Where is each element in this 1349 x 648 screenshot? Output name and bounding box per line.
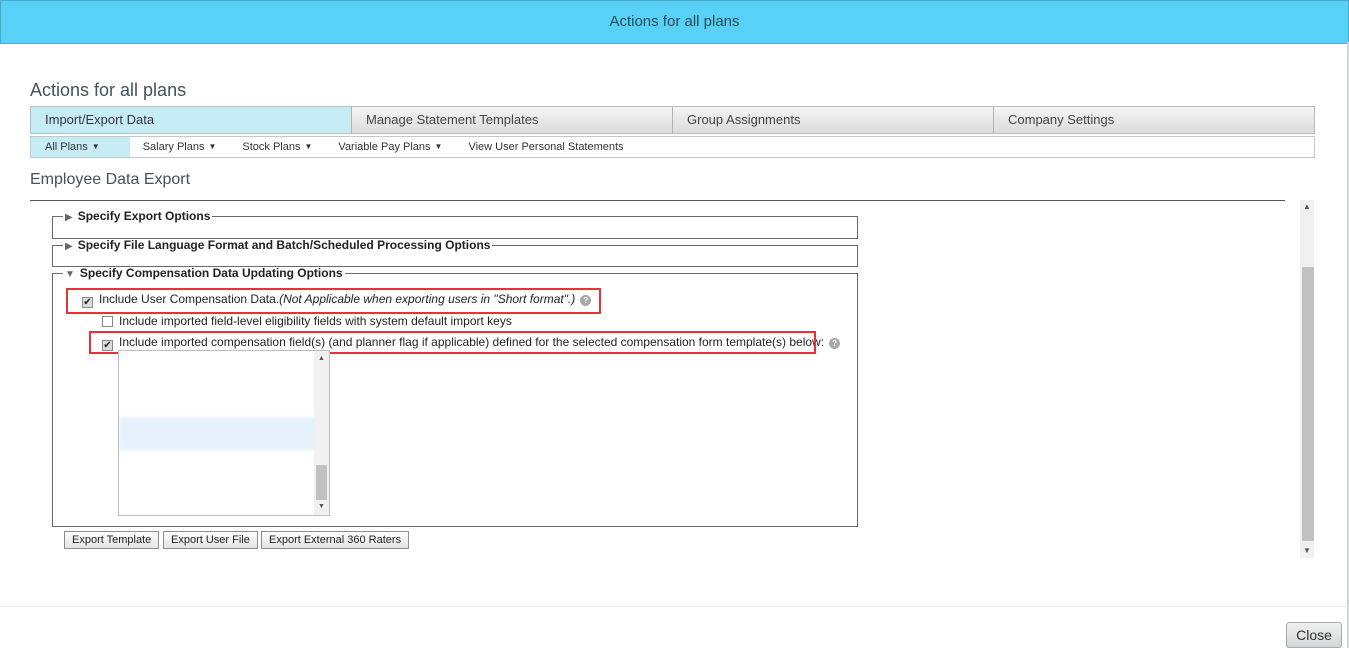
group-export-options-toggle[interactable]: ▶ Specify Export Options <box>63 209 212 223</box>
scroll-up-icon[interactable]: ▲ <box>1300 202 1314 211</box>
export-template-button[interactable]: Export Template <box>64 531 160 549</box>
collapse-triangle-icon: ▼ <box>65 269 75 280</box>
group-label: Specify Export Options <box>77 209 211 223</box>
subtab-label: All Plans <box>45 141 88 153</box>
group-file-language: ▶ Specify File Language Format and Batch/… <box>52 238 858 267</box>
include-eligibility-checkbox[interactable] <box>102 316 113 327</box>
dialog-title: Actions for all plans <box>609 13 740 30</box>
export-360-raters-button[interactable]: Export External 360 Raters <box>261 531 410 549</box>
subtab-stock-plans[interactable]: Stock Plans ▼ <box>229 137 325 157</box>
subtab-all-plans[interactable]: All Plans ▼ <box>31 137 130 157</box>
page-scrollbar[interactable]: ▲ ▼ <box>1300 200 1314 558</box>
footer-divider <box>0 606 1349 607</box>
list-item[interactable] <box>119 450 329 483</box>
export-user-file-button[interactable]: Export User File <box>163 531 258 549</box>
section-title: Employee Data Export <box>30 171 191 188</box>
expand-triangle-icon: ▶ <box>65 212 73 223</box>
tab-import-export-data[interactable]: Import/Export Data <box>31 107 352 133</box>
tab-manage-statement-templates[interactable]: Manage Statement Templates <box>352 107 673 133</box>
group-comp-updating-toggle[interactable]: ▼ Specify Compensation Data Updating Opti… <box>63 266 345 280</box>
subtab-label: View User Personal Statements <box>468 141 624 153</box>
subtab-variable-pay-plans[interactable]: Variable Pay Plans ▼ <box>325 137 455 157</box>
sub-tabs: All Plans ▼ Salary Plans ▼ Stock Plans ▼ Va… <box>30 136 1315 158</box>
list-item[interactable] <box>119 384 329 417</box>
close-button[interactable]: Close <box>1286 622 1342 648</box>
list-item[interactable] <box>119 351 329 384</box>
subtab-label: Variable Pay Plans <box>338 141 431 153</box>
option-label: Include imported field-level eligibility… <box>119 314 512 328</box>
list-item[interactable] <box>119 483 329 515</box>
template-listbox[interactable]: ▲ ▼ <box>118 350 330 516</box>
group-file-language-toggle[interactable]: ▶ Specify File Language Format and Batch/… <box>63 238 492 252</box>
listbox-scrollbar-thumb[interactable] <box>316 465 327 500</box>
highlight-box <box>66 288 601 314</box>
main-tabs: Import/Export Data Manage Statement Temp… <box>30 106 1315 134</box>
expand-triangle-icon: ▶ <box>65 241 73 252</box>
scroll-up-icon[interactable]: ▲ <box>314 355 329 362</box>
option-include-eligibility: Include imported field-level eligibility… <box>102 314 512 328</box>
subtab-label: Stock Plans <box>242 141 301 153</box>
tab-group-assignments[interactable]: Group Assignments <box>673 107 994 133</box>
caret-down-icon: ▼ <box>434 142 443 151</box>
page-title: Actions for all plans <box>30 80 187 100</box>
list-item[interactable] <box>119 417 329 450</box>
caret-down-icon: ▼ <box>208 142 217 151</box>
tab-company-settings[interactable]: Company Settings <box>994 107 1314 133</box>
scroll-down-icon[interactable]: ▼ <box>314 503 329 510</box>
subtab-salary-plans[interactable]: Salary Plans ▼ <box>130 137 230 157</box>
listbox-scrollbar[interactable]: ▲ ▼ <box>314 351 329 515</box>
caret-down-icon: ▼ <box>91 142 100 151</box>
group-export-options: ▶ Specify Export Options <box>52 209 858 239</box>
dialog-titlebar: Actions for all plans <box>0 0 1349 44</box>
scrollbar-thumb[interactable] <box>1302 267 1314 541</box>
group-label: Specify Compensation Data Updating Optio… <box>79 266 343 280</box>
caret-down-icon: ▼ <box>304 142 313 151</box>
subtab-label: Salary Plans <box>142 141 205 153</box>
subtab-view-user-personal-statements[interactable]: View User Personal Statements <box>455 137 636 157</box>
help-icon[interactable]: ? <box>829 338 841 349</box>
scroll-down-icon[interactable]: ▼ <box>1300 546 1314 555</box>
group-label: Specify File Language Format and Batch/S… <box>77 238 491 252</box>
